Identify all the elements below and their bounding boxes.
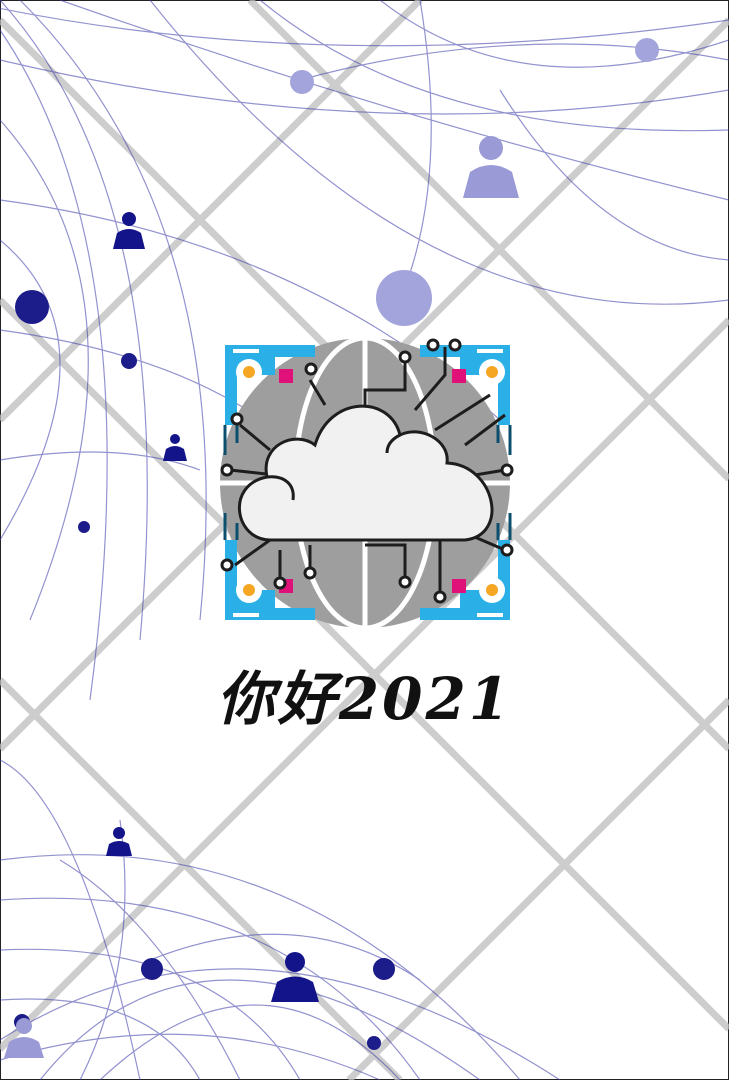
- network-node-icon: [635, 38, 659, 62]
- person-icon: [106, 827, 132, 856]
- cloud-computing-icon: [220, 335, 514, 630]
- network-node-icon: [121, 353, 137, 369]
- person-icon: [163, 434, 187, 461]
- network-arcs-bottom: [0, 759, 561, 1080]
- network-node-icon: [78, 521, 90, 533]
- greeting-title: 你好2021: [216, 665, 513, 733]
- network-node-icon: [373, 958, 395, 980]
- person-icon: [463, 136, 519, 198]
- network-node-icon: [290, 70, 314, 94]
- network-node-icon: [141, 958, 163, 980]
- network-node-icon: [15, 290, 49, 324]
- network-node-icon: [376, 270, 432, 326]
- network-node-icon: [367, 1036, 381, 1050]
- poster: 你好2021: [0, 0, 729, 1080]
